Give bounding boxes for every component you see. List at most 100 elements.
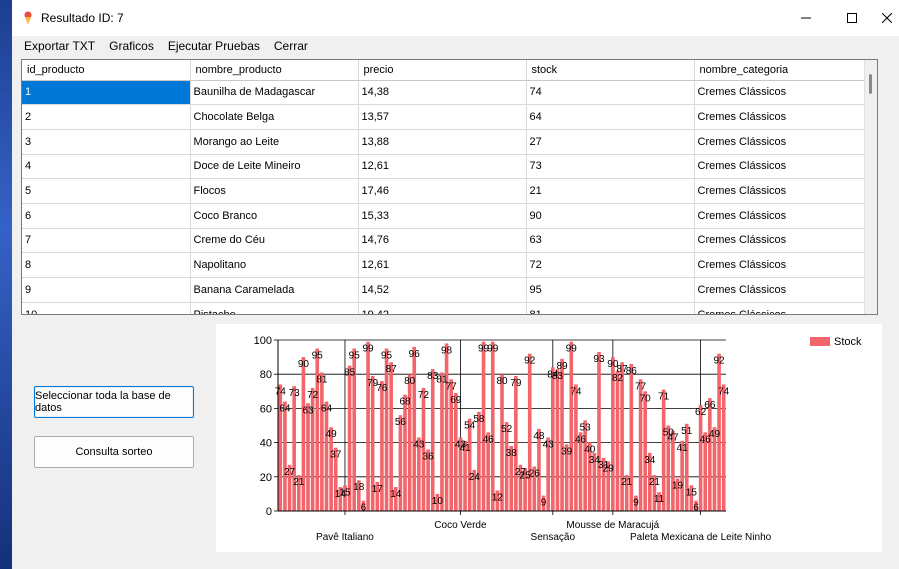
column-header-nombre-categoria[interactable]: nombre_categoria [694,60,866,81]
table-cell[interactable]: Banana Caramelada [190,277,359,303]
table-cell[interactable]: 64 [526,104,695,130]
table-cell[interactable]: 74 [526,80,695,106]
table-cell[interactable]: Creme do Céu [190,228,359,254]
table-cell[interactable]: 8 [22,252,191,278]
table-body: 1 Baunilha de Madagascar 14,38 74 Cremes Clá… [22,80,866,314]
table-cell[interactable]: 2 [22,104,191,130]
table-cell[interactable]: Baunilha de Madagascar [190,80,359,106]
table-cell[interactable]: 73 [526,154,695,180]
bar-data-label: 9 [541,498,547,509]
scrollbar-thumb[interactable] [869,74,872,94]
table-cell[interactable]: 21 [526,178,695,204]
grid-vertical-scrollbar[interactable] [864,60,877,314]
window-title: Resultado ID: 7 [41,11,124,25]
menu-cerrar[interactable]: Cerrar [268,36,316,56]
table-row[interactable]: 8 Napolitano 12,61 72 Cremes Clássicos [22,252,866,278]
table-row[interactable]: 10 Pistache 19,42 81 Cremes Clássicos [22,302,866,314]
table-cell[interactable]: Cremes Clássicos [694,277,866,303]
table-cell[interactable]: 4 [22,154,191,180]
table-cell[interactable]: 6 [22,203,191,229]
table-cell[interactable]: Cremes Clássicos [694,80,866,106]
column-header-precio[interactable]: precio [358,60,527,81]
table-cell[interactable]: 13,88 [358,129,527,155]
table-cell[interactable]: Cremes Clássicos [694,154,866,180]
bar-data-label: 21 [649,477,661,488]
products-table: id_producto nombre_producto precio stock… [22,60,866,314]
title-bar[interactable]: Resultado ID: 7 [12,0,899,36]
menu-graficos[interactable]: Graficos [103,36,162,56]
table-row[interactable]: 3 Morango ao Leite 13,88 27 Cremes Clássicos [22,129,866,155]
table-cell[interactable]: 3 [22,129,191,155]
table-cell[interactable]: Cremes Clássicos [694,302,866,314]
table-cell[interactable]: Chocolate Belga [190,104,359,130]
table-cell[interactable]: 12,61 [358,154,527,180]
table-row[interactable]: 4 Doce de Leite Mineiro 12,61 73 Cremes Clás… [22,154,866,180]
bar-stock [440,372,444,511]
table-row[interactable]: 9 Banana Caramelada 14,52 95 Cremes Clássico… [22,277,866,303]
bar-data-label: 41 [677,443,689,454]
table-cell[interactable]: 27 [526,129,695,155]
table-cell[interactable]: Cremes Clássicos [694,252,866,278]
table-cell[interactable]: 10 [22,302,191,314]
table-cell[interactable]: Doce de Leite Mineiro [190,154,359,180]
table-row[interactable]: 6 Coco Branco 15,33 90 Cremes Clássicos [22,203,866,229]
bar-data-label: 49 [326,429,338,440]
table-cell[interactable]: 1 [22,80,191,106]
table-cell[interactable]: 13,57 [358,104,527,130]
column-header-id-producto[interactable]: id_producto [22,60,191,81]
table-cell[interactable]: 5 [22,178,191,204]
bar-stock [315,348,320,511]
table-cell[interactable]: 9 [22,277,191,303]
bar-data-label: 74 [275,386,287,397]
table-cell[interactable]: 81 [526,302,695,314]
table-cell[interactable]: 95 [526,277,695,303]
table-cell[interactable]: Cremes Clássicos [694,228,866,254]
table-cell[interactable]: 90 [526,203,695,229]
bar-data-label: 29 [603,463,615,474]
table-cell[interactable]: Coco Branco [190,203,359,229]
close-button[interactable] [864,0,899,36]
table-cell[interactable]: 7 [22,228,191,254]
bar-stock [597,351,601,511]
table-cell[interactable]: 72 [526,252,695,278]
bar-data-label: 58 [473,414,485,425]
menu-exportar-txt[interactable]: Exportar TXT [18,36,103,56]
bar-data-label: 6 [693,503,699,514]
column-header-nombre-producto[interactable]: nombre_producto [190,60,359,81]
table-cell[interactable]: Pistache [190,302,359,314]
bar-data-label: 43 [413,439,425,450]
table-cell[interactable]: 19,42 [358,302,527,314]
table-cell[interactable]: Flocos [190,178,359,204]
bar-data-label: 10 [432,496,444,507]
minimize-button[interactable] [783,0,829,36]
table-cell[interactable]: Napolitano [190,252,359,278]
table-cell[interactable]: Cremes Clássicos [694,178,866,204]
table-cell[interactable]: Cremes Clássicos [694,104,866,130]
table-cell[interactable]: 15,33 [358,203,527,229]
products-data-grid[interactable]: id_producto nombre_producto precio stock… [21,59,878,315]
table-cell[interactable]: 14,38 [358,80,527,106]
bar-data-label: 81 [316,374,328,385]
bar-stock [500,374,504,511]
table-row[interactable]: 2 Chocolate Belga 13,57 64 Cremes Clássicos [22,104,866,130]
table-cell[interactable]: 17,46 [358,178,527,204]
table-cell[interactable]: 14,52 [358,277,527,303]
table-row[interactable]: 7 Creme do Céu 14,76 63 Cremes Clássicos [22,228,866,254]
table-cell[interactable]: Cremes Clássicos [694,129,866,155]
bar-stock [283,401,287,511]
bar-data-label: 77 [635,381,647,392]
table-row[interactable]: 1 Baunilha de Madagascar 14,38 74 Cremes Clá… [22,80,866,106]
table-cell[interactable]: 63 [526,228,695,254]
bar-data-label: 41 [459,443,471,454]
bar-stock [574,384,578,511]
table-cell[interactable]: Morango ao Leite [190,129,359,155]
menu-ejecutar-pruebas[interactable]: Ejecutar Pruebas [162,36,268,56]
table-row[interactable]: 5 Flocos 17,46 21 Cremes Clássicos [22,178,866,204]
table-cell[interactable]: 12,61 [358,252,527,278]
consulta-sorteo-button[interactable]: Consulta sorteo [34,436,194,468]
column-header-stock[interactable]: stock [526,60,695,81]
select-all-database-button[interactable]: Seleccionar toda la base de datos [34,386,194,418]
table-cell[interactable]: 14,76 [358,228,527,254]
x-tick-label: Mousse de Maracujá [566,520,659,531]
table-cell[interactable]: Cremes Clássicos [694,203,866,229]
